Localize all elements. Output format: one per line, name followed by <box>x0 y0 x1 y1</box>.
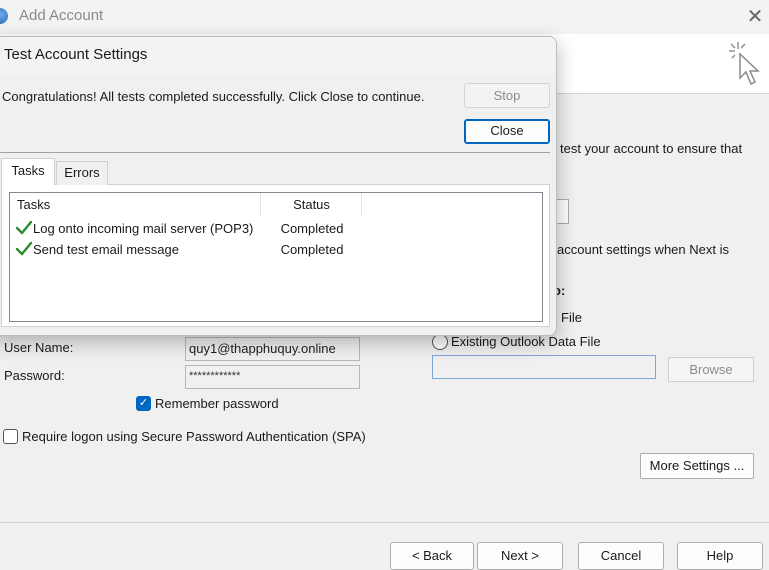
password-field[interactable]: ************ <box>185 365 360 389</box>
list-item: Log onto incoming mail server (POP3) Com… <box>13 219 373 239</box>
spa-label: Require logon using Secure Password Auth… <box>22 429 366 444</box>
remember-password-label: Remember password <box>155 396 279 411</box>
next-button[interactable]: Next > <box>477 542 563 570</box>
task-status: Completed <box>280 221 344 236</box>
tab-tasks[interactable]: Tasks <box>1 158 55 185</box>
tab-errors[interactable]: Errors <box>56 161 108 185</box>
outlook-app-icon <box>0 8 8 24</box>
check-icon <box>15 241 33 256</box>
data-file-path-field[interactable] <box>432 355 656 379</box>
existing-data-file-label: Existing Outlook Data File <box>451 334 601 349</box>
click-cursor-icon <box>729 42 760 86</box>
new-data-file-option-label: File <box>561 310 582 325</box>
task-name: Log onto incoming mail server (POP3) <box>33 221 254 236</box>
password-label: Password: <box>4 368 65 383</box>
existing-data-file-radio[interactable] <box>432 334 448 350</box>
stop-button[interactable]: Stop <box>464 83 550 108</box>
dialog-title-bar: Test Account Settings <box>0 37 556 75</box>
test-account-settings-dialog: Test Account Settings Congratulations! A… <box>0 36 557 336</box>
task-list: Tasks Status Log onto incoming mail serv… <box>9 192 543 322</box>
task-status: Completed <box>280 242 344 257</box>
footer-divider <box>0 522 769 523</box>
cancel-button[interactable]: Cancel <box>578 542 664 570</box>
close-window-icon[interactable]: ✕ <box>744 4 766 29</box>
list-item: Send test email message Completed <box>13 240 373 260</box>
dialog-title: Test Account Settings <box>4 46 148 63</box>
spa-checkbox[interactable] <box>3 429 18 444</box>
window-title: Add Account <box>19 7 104 24</box>
more-settings-button[interactable]: More Settings ... <box>640 453 754 479</box>
tasks-tab-panel: Tasks Status Log onto incoming mail serv… <box>1 184 550 327</box>
wizard-instruction-text: test your account to ensure that <box>560 141 743 156</box>
dialog-separator <box>0 152 550 153</box>
main-title-bar: Add Account ✕ <box>0 0 769 34</box>
close-button[interactable]: Close <box>464 119 550 144</box>
column-header-tasks[interactable]: Tasks <box>10 193 261 217</box>
column-header-status[interactable]: Status <box>262 193 362 217</box>
task-name: Send test email message <box>33 242 179 257</box>
back-button[interactable]: < Back <box>390 542 474 570</box>
user-name-field[interactable]: quy1@thapphuquy.online <box>185 337 360 361</box>
success-message: Congratulations! All tests completed suc… <box>2 89 425 104</box>
check-icon <box>15 220 33 235</box>
remember-password-checkbox[interactable]: ✓ <box>136 396 151 411</box>
user-name-label: User Name: <box>4 340 74 355</box>
wizard-auto-test-text: account settings when Next is <box>557 242 729 257</box>
browse-button[interactable]: Browse <box>668 357 754 382</box>
help-button[interactable]: Help <box>677 542 763 570</box>
